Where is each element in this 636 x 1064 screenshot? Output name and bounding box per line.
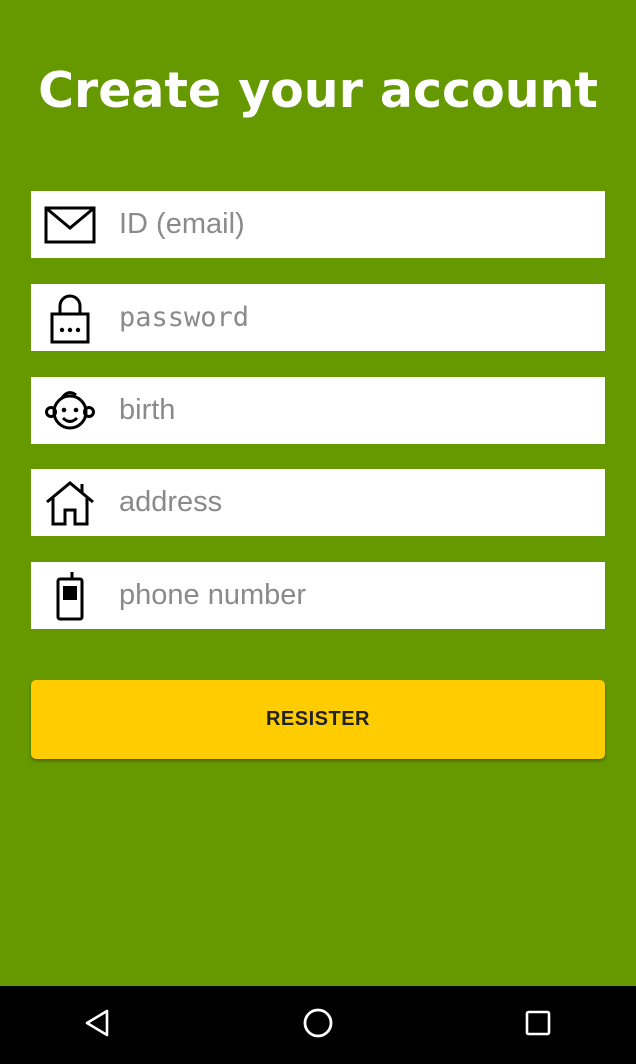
email-field-row	[31, 191, 605, 258]
phone-field-row	[31, 562, 605, 629]
page-title: Create your account	[38, 62, 598, 119]
address-input[interactable]	[109, 472, 589, 533]
lock-icon	[31, 284, 109, 351]
baby-face-icon	[31, 377, 109, 444]
recents-button[interactable]	[478, 986, 598, 1064]
home-icon	[31, 469, 109, 536]
back-icon	[83, 1008, 113, 1043]
mobile-phone-icon	[31, 562, 109, 629]
mail-icon	[31, 191, 109, 258]
register-screen: Create your account ID (email) birth add…	[0, 0, 636, 1064]
back-button[interactable]	[38, 986, 158, 1064]
home-button[interactable]	[258, 986, 378, 1064]
address-field-row	[31, 469, 605, 536]
home-circle-icon	[302, 1007, 334, 1044]
birth-field-row	[31, 377, 605, 444]
password-field-row	[31, 284, 605, 351]
recents-icon	[524, 1009, 552, 1042]
password-input[interactable]	[109, 287, 589, 348]
register-button[interactable]: RESISTER	[31, 680, 605, 759]
phone-input[interactable]	[109, 565, 589, 626]
email-input[interactable]	[109, 194, 589, 255]
birth-input[interactable]	[109, 380, 589, 441]
system-navigation-bar	[0, 986, 636, 1064]
